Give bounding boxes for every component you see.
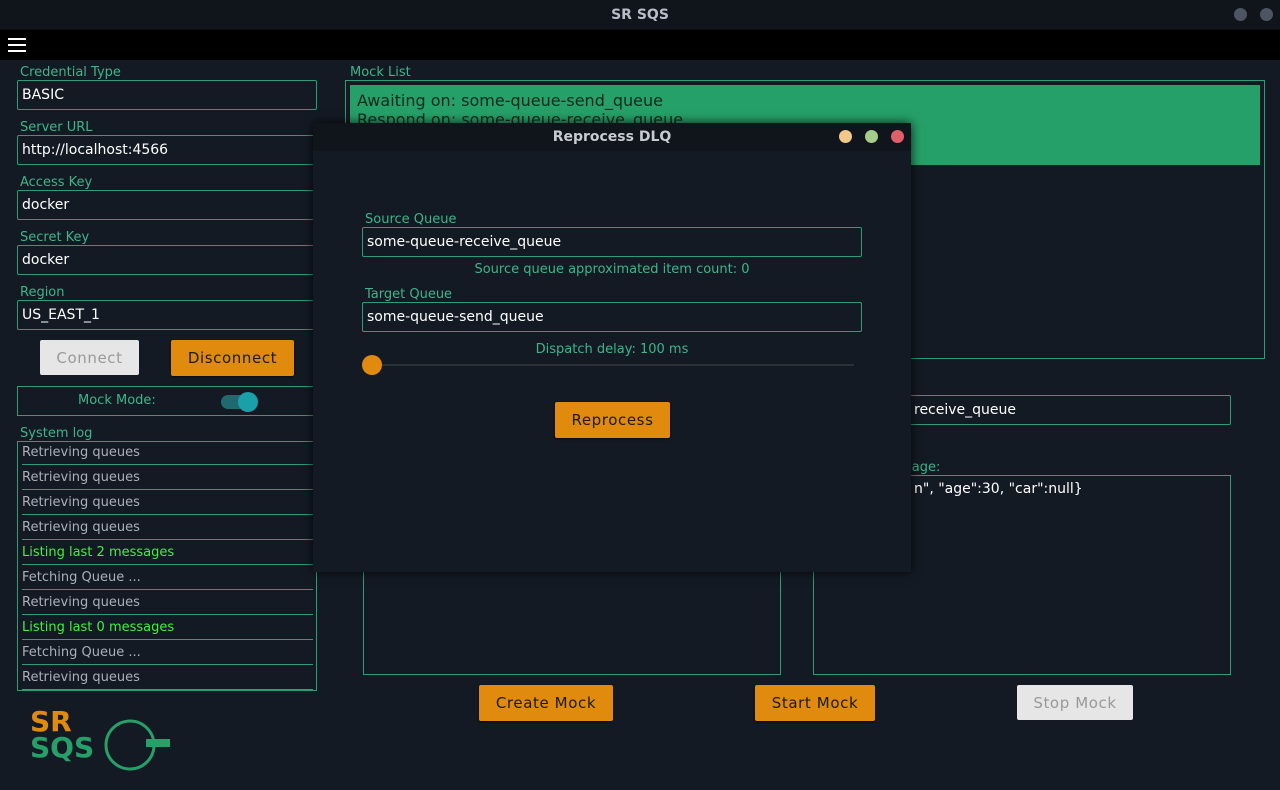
svg-text:SQS: SQS xyxy=(30,731,94,764)
start-mock-button[interactable]: Start Mock xyxy=(755,685,875,721)
system-log-list[interactable]: Retrieving queues Retrieving queues Retrie… xyxy=(17,441,317,691)
mock-list-label: Mock List xyxy=(350,65,411,80)
mock-mode-toggle-knob[interactable] xyxy=(238,392,258,412)
app-logo: SR SQS xyxy=(28,705,178,775)
menu-bar xyxy=(0,30,1280,60)
minimize-button[interactable] xyxy=(1234,8,1247,21)
region-label: Region xyxy=(20,285,65,300)
log-entry: Listing last 2 messages xyxy=(22,545,313,565)
dialog-close-button[interactable] xyxy=(891,130,904,143)
log-entry: Retrieving queues xyxy=(22,595,313,615)
log-entry: Retrieving queues xyxy=(22,470,313,490)
mock-mode-row: Mock Mode: xyxy=(17,386,317,416)
region-field[interactable]: US_EAST_1 xyxy=(17,300,317,330)
dispatch-delay-slider-handle[interactable] xyxy=(362,355,382,375)
hamburger-menu-icon[interactable] xyxy=(8,38,26,52)
server-url-field[interactable]: http://localhost:4566 xyxy=(17,135,317,165)
log-entry: Fetching Queue ... xyxy=(22,645,313,665)
access-key-field[interactable]: docker xyxy=(17,190,317,220)
log-entry: Retrieving queues xyxy=(22,445,313,465)
credential-type-field[interactable]: BASIC xyxy=(17,80,317,110)
server-url-label: Server URL xyxy=(20,120,93,135)
dialog-titlebar: Reprocess DLQ xyxy=(313,123,911,151)
source-queue-label: Source Queue xyxy=(365,212,457,227)
target-queue-label: Target Queue xyxy=(365,287,453,302)
dispatch-delay-slider-track[interactable] xyxy=(372,364,854,366)
close-button[interactable] xyxy=(1260,8,1273,21)
disconnect-button[interactable]: Disconnect xyxy=(171,340,294,376)
connect-button[interactable]: Connect xyxy=(40,340,139,375)
mock-mode-label: Mock Mode: xyxy=(78,393,156,408)
dialog-maximize-button[interactable] xyxy=(865,130,878,143)
credential-type-label: Credential Type xyxy=(20,65,121,80)
secret-key-field[interactable]: docker xyxy=(17,245,317,275)
source-queue-count: Source queue approximated item count: 0 xyxy=(474,262,750,277)
window-titlebar: SR SQS xyxy=(0,0,1280,30)
dialog-minimize-button[interactable] xyxy=(839,130,852,143)
log-entry: Retrieving queues xyxy=(22,670,313,690)
mock-message-text: n", "age":30, "car":null} xyxy=(914,481,1083,497)
secret-key-label: Secret Key xyxy=(20,230,90,245)
create-mock-button[interactable]: Create Mock xyxy=(479,685,613,721)
log-entry: Fetching Queue ... xyxy=(22,570,313,590)
log-entry: Listing last 0 messages xyxy=(22,620,313,640)
dialog-title: Reprocess DLQ xyxy=(552,129,672,145)
log-entry: Retrieving queues xyxy=(22,495,313,515)
stop-mock-button[interactable]: Stop Mock xyxy=(1017,685,1133,720)
system-log-label: System log xyxy=(20,426,93,441)
mock-item-awaiting: Awaiting on: some-queue-send_queue xyxy=(357,91,663,110)
log-entry: Retrieving queues xyxy=(22,520,313,540)
dispatch-delay-label: Dispatch delay: 100 ms xyxy=(535,342,689,357)
reprocess-button[interactable]: Reprocess xyxy=(555,402,670,438)
source-queue-field[interactable]: some-queue-receive_queue xyxy=(362,227,862,257)
target-queue-field[interactable]: some-queue-send_queue xyxy=(362,302,862,332)
window-title: SR SQS xyxy=(611,7,669,23)
access-key-label: Access Key xyxy=(20,175,93,190)
